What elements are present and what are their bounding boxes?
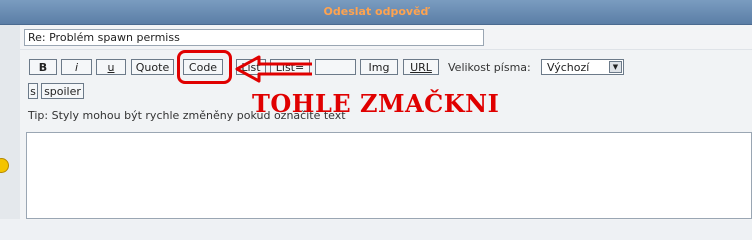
url-button[interactable]: URL <box>403 59 439 75</box>
smiley-icon[interactable] <box>0 158 9 173</box>
annotation-text: TOHLE ZMAČKNI <box>252 89 500 118</box>
left-column <box>0 25 21 219</box>
subject-input[interactable] <box>24 29 484 46</box>
red-arrow-icon <box>235 55 312 83</box>
spoiler-button[interactable]: spoiler <box>41 83 84 99</box>
empty-tag-button[interactable] <box>315 59 356 75</box>
chevron-down-icon[interactable]: ▼ <box>609 61 622 73</box>
italic-button[interactable]: i <box>61 59 92 75</box>
dialog-header: Odeslat odpověď <box>0 0 752 25</box>
dialog-title: Odeslat odpověď <box>323 5 429 18</box>
message-textarea[interactable] <box>26 132 752 219</box>
highlight-box <box>177 50 232 84</box>
img-button[interactable]: Img <box>360 59 398 75</box>
underline-button[interactable]: u <box>96 59 126 75</box>
bold-button[interactable]: B <box>29 59 57 75</box>
quote-button[interactable]: Quote <box>131 59 174 75</box>
font-size-select[interactable]: Výchozí ▼ <box>541 59 624 75</box>
font-size-selected: Výchozí <box>547 61 590 74</box>
strike-button[interactable]: s <box>28 83 38 99</box>
font-size-label: Velikost písma: <box>448 61 531 74</box>
